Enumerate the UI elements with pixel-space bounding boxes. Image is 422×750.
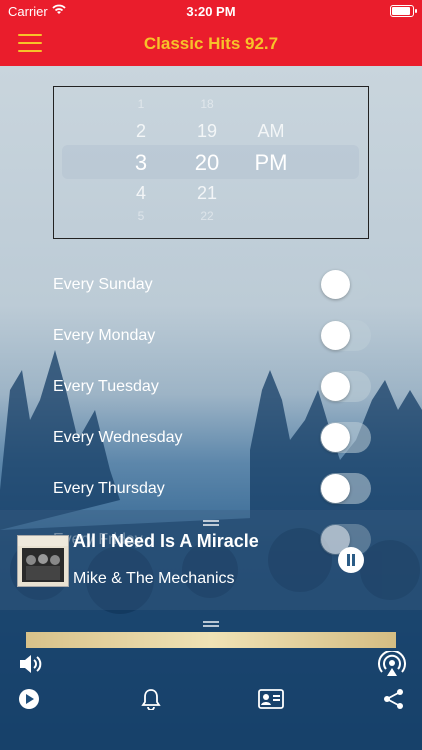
toggle-thursday[interactable] [320,473,371,504]
picker-minute-option[interactable]: 19 [182,121,232,142]
volume-icon[interactable] [18,652,44,676]
picker-minute-option[interactable]: 21 [182,183,232,204]
clock: 3:20 PM [186,4,236,19]
contact-card-icon[interactable] [258,689,284,709]
song-title: All I Need Is A Miracle [73,531,259,551]
toggle-monday[interactable] [320,320,371,351]
picker-hour-option[interactable]: 2 [116,121,166,142]
day-label-monday: Every Monday [53,327,156,344]
picker-hour-option[interactable]: 4 [116,183,166,204]
pause-icon[interactable] [338,547,364,573]
play-icon[interactable] [18,688,40,710]
song-artist: Mike & The Mechanics [73,570,235,587]
toggle-sunday[interactable] [320,269,371,300]
picker-ampm-selected[interactable]: PM [246,150,296,176]
picker-minute-option[interactable]: 22 [182,209,232,223]
picker-minute-selected[interactable]: 20 [182,150,232,176]
album-art [17,535,69,587]
battery-icon [390,5,417,17]
picker-minute-option[interactable]: 18 [182,97,232,111]
bell-icon[interactable] [141,688,161,710]
picker-hour-option[interactable]: 5 [116,209,166,223]
drag-handle[interactable] [203,520,219,526]
toggle-wednesday[interactable] [320,422,371,453]
time-picker[interactable]: 1 2 3 4 5 18 19 20 21 22 AM PM [53,86,369,239]
day-label-tuesday: Every Tuesday [53,378,159,395]
airplay-icon[interactable] [378,651,406,677]
toggle-tuesday[interactable] [320,371,371,402]
drag-handle[interactable] [203,621,219,627]
picker-hour-selected[interactable]: 3 [116,150,166,176]
ad-banner[interactable] [26,632,396,648]
navigation-bar: Classic Hits 92.7 [0,22,422,66]
share-icon[interactable] [383,688,405,710]
day-label-wednesday: Every Wednesday [53,429,183,446]
day-label-sunday: Every Sunday [53,276,153,293]
picker-hour-option[interactable]: 1 [116,97,166,111]
station-title: Classic Hits 92.7 [143,34,279,53]
status-bar: Carrier 3:20 PM [0,0,422,22]
picker-ampm-option[interactable]: AM [246,121,296,142]
day-label-thursday: Every Thursday [53,480,165,497]
